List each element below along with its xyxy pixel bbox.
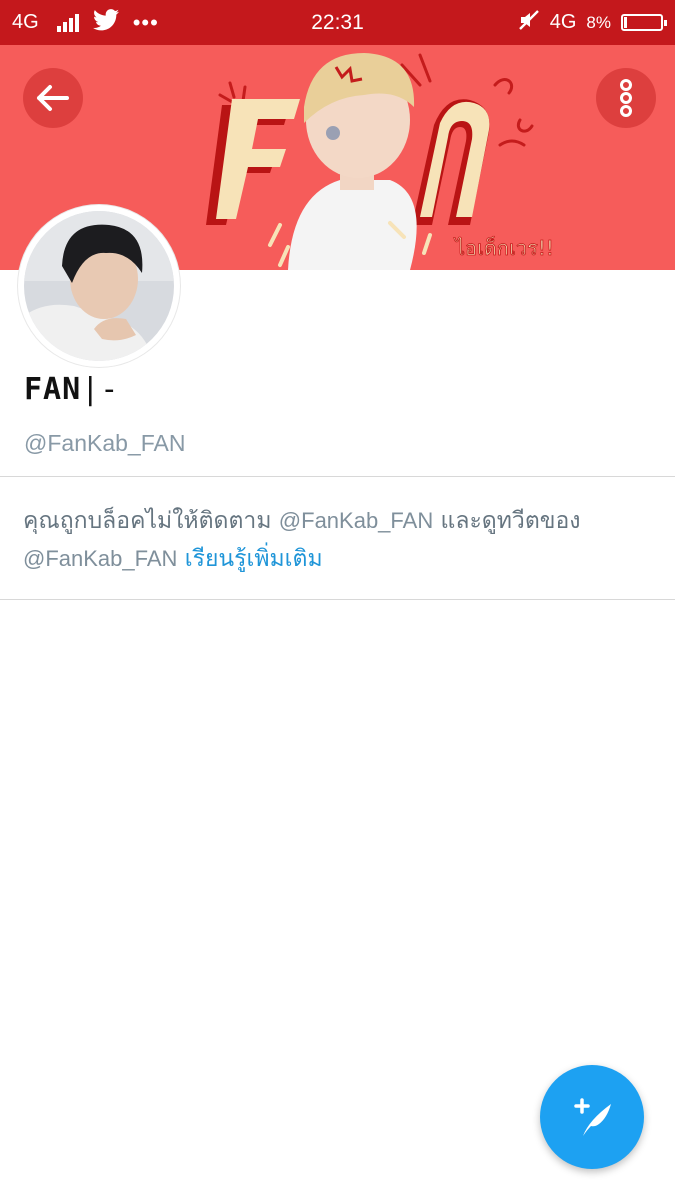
- blocked-text-2: และดูทวีตของ: [440, 508, 581, 534]
- compose-tweet-button[interactable]: [540, 1065, 644, 1169]
- avatar[interactable]: [18, 205, 180, 367]
- network-type-right: 4G: [549, 11, 577, 33]
- mute-icon: [518, 9, 540, 37]
- avatar-image: [24, 211, 174, 361]
- status-bar: 4G ••• 22:31 4G 8%: [0, 0, 675, 45]
- blocked-handle-1: @FanKab_FAN: [278, 508, 434, 533]
- banner-caption: ไอเด็กเวร!!: [453, 235, 554, 260]
- learn-more-link[interactable]: เรียนรู้เพิ่มเติม: [185, 546, 323, 572]
- display-name-suffix: |-: [81, 372, 120, 407]
- back-button[interactable]: [23, 68, 83, 128]
- blocked-notice: คุณถูกบล็อคไม่ให้ติดตาม @FanKab_FAN และด…: [23, 502, 653, 578]
- more-vertical-icon: [620, 79, 632, 117]
- blocked-handle-2: @FanKab_FAN: [23, 546, 178, 571]
- divider: [0, 599, 675, 600]
- status-bar-right: 4G 8%: [518, 0, 667, 45]
- profile-handle: @FanKab_FAN: [24, 430, 186, 456]
- battery-icon: [621, 14, 667, 31]
- compose-tweet-icon: [574, 1098, 611, 1136]
- more-options-button[interactable]: [596, 68, 656, 128]
- battery-percent: 8%: [586, 12, 611, 32]
- arrow-left-icon: [37, 85, 69, 111]
- display-name: FAN|-: [24, 372, 120, 407]
- divider: [0, 476, 675, 477]
- blocked-text-1: คุณถูกบล็อคไม่ให้ติดตาม: [23, 508, 272, 534]
